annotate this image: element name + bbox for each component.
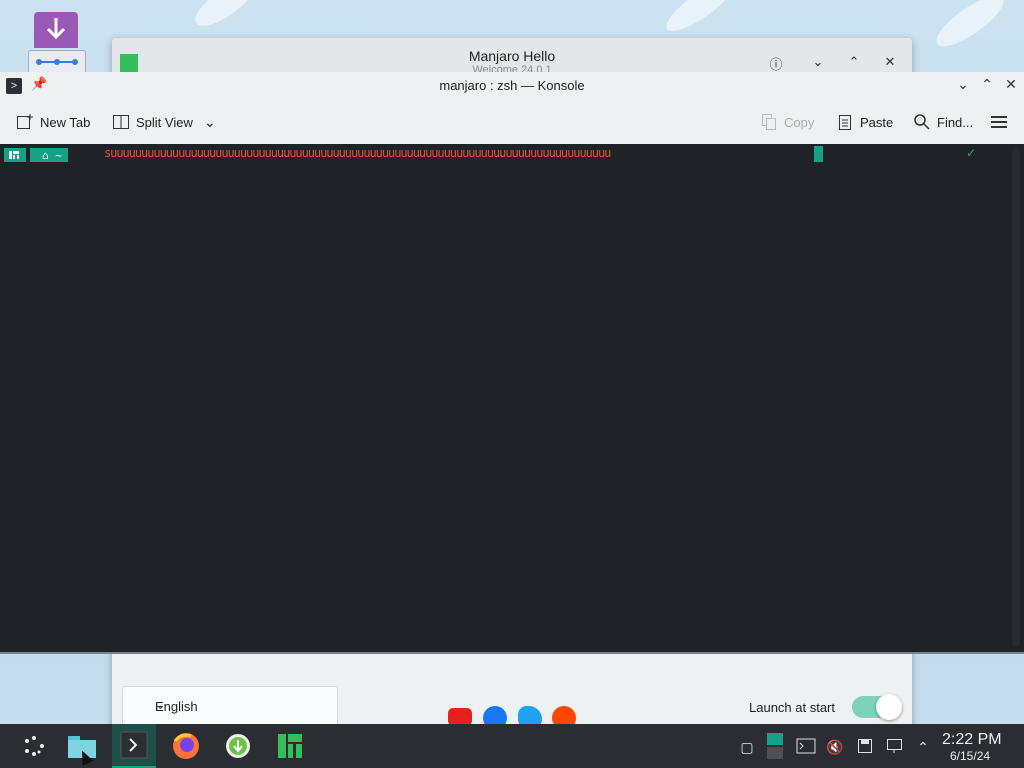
- taskbar: ▢ 🔇 ⌃ 2:22 PM 6/15/24: [0, 724, 1024, 768]
- konsole-icon[interactable]: [112, 724, 156, 768]
- paste-button[interactable]: Paste: [836, 100, 893, 144]
- desktop-icon-base: [28, 50, 86, 74]
- new-tab-label: New Tab: [40, 114, 91, 130]
- minimize-icon[interactable]: ⌄: [808, 54, 828, 70]
- update-icon[interactable]: [216, 724, 260, 768]
- wallpaper-streak: [929, 0, 1011, 55]
- volume-muted-icon[interactable]: 🔇: [826, 738, 844, 756]
- copy-icon: [760, 113, 778, 131]
- clock-time[interactable]: 2:22 PM: [942, 731, 1002, 749]
- terminal-area[interactable]: ⌂ ~ suuuuuuuuuuuuuuuuuuuuuuuuuuuuuuuuuuu…: [0, 144, 1010, 652]
- konsole-window-title: manjaro : zsh — Konsole: [439, 78, 585, 93]
- terminal-scrollbar[interactable]: [1010, 144, 1024, 652]
- konsole-toolbar: New Tab Split View ⌄ Copy Paste Find...: [0, 100, 1024, 145]
- desktop-download-icon[interactable]: [28, 10, 88, 74]
- split-view-label: Split View: [136, 114, 193, 130]
- hamburger-menu-icon: [990, 113, 1008, 131]
- find-button[interactable]: Find...: [913, 100, 973, 144]
- show-desktop-icon[interactable]: ▢: [738, 738, 756, 756]
- network-icon[interactable]: [886, 738, 904, 756]
- scrollbar-thumb[interactable]: [1012, 148, 1020, 646]
- firefox-icon[interactable]: [164, 724, 208, 768]
- launcher-icon[interactable]: [12, 724, 56, 768]
- hamburger-menu-button[interactable]: [990, 100, 1008, 144]
- toggle-knob: [876, 694, 902, 720]
- status-check-icon: ✓: [966, 146, 977, 160]
- chevron-down-icon: ⌄: [155, 697, 166, 712]
- clock-date[interactable]: 6/15/24: [950, 749, 990, 763]
- paste-label: Paste: [860, 114, 894, 130]
- shell-prompt: ⌂ ~: [4, 148, 68, 162]
- manjaro-prompt-icon: [4, 148, 26, 162]
- download-arrow-icon: [34, 12, 78, 48]
- hello-footer: English ⌄ Launch at start: [112, 650, 912, 730]
- maximize-icon[interactable]: ⌃: [844, 54, 864, 70]
- command-input-text[interactable]: suuuuuuuuuuuuuuuuuuuuuuuuuuuuuuuuuuuuuuu…: [104, 146, 611, 160]
- new-tab-icon: [16, 113, 34, 131]
- manjaro-hello-icon[interactable]: [268, 724, 312, 768]
- split-view-icon: [112, 113, 130, 131]
- copy-label: Copy: [784, 114, 815, 130]
- find-label: Find...: [937, 114, 974, 130]
- language-select[interactable]: English ⌄: [122, 686, 338, 728]
- virtual-desktop-icon[interactable]: [766, 732, 784, 759]
- wallpaper-streak: [188, 0, 262, 34]
- konsole-titlebar[interactable]: > 📌 manjaro : zsh — Konsole ⌄ ⌃ ✕: [0, 72, 1024, 101]
- chevron-down-icon[interactable]: ⌄: [201, 113, 219, 131]
- copy-button[interactable]: Copy: [760, 100, 814, 144]
- launch-at-start-label: Launch at start: [749, 700, 835, 715]
- close-icon[interactable]: ✕: [1002, 76, 1020, 93]
- maximize-icon[interactable]: ⌃: [978, 76, 996, 93]
- prompt-directory-segment: ⌂ ~: [30, 148, 68, 162]
- info-icon[interactable]: ⓘ: [766, 54, 786, 73]
- paste-icon: [836, 113, 854, 131]
- terminal-tray-icon[interactable]: [796, 738, 816, 756]
- terminal-cursor: [814, 146, 823, 162]
- chevron-up-icon[interactable]: ⌃: [914, 738, 932, 756]
- search-icon: [913, 113, 931, 131]
- wallpaper-streak: [660, 0, 740, 39]
- close-icon[interactable]: ✕: [880, 54, 900, 70]
- save-icon[interactable]: [856, 738, 874, 756]
- split-view-button[interactable]: Split View ⌄: [112, 100, 219, 144]
- minimize-icon[interactable]: ⌄: [954, 76, 972, 93]
- new-tab-button[interactable]: New Tab: [16, 100, 90, 144]
- konsole-window[interactable]: > 📌 manjaro : zsh — Konsole ⌄ ⌃ ✕ New Ta…: [0, 72, 1024, 654]
- launch-at-start-toggle[interactable]: [852, 694, 902, 720]
